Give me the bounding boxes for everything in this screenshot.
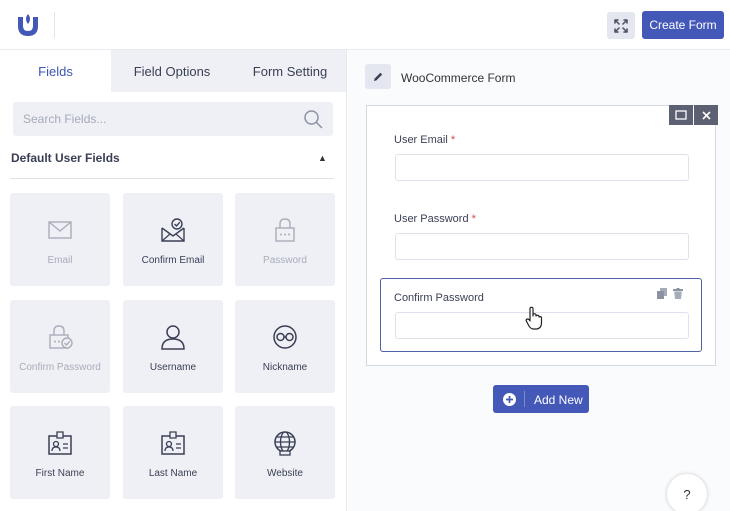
field-card-label: Website (267, 468, 303, 479)
tab-field-options[interactable]: Field Options (111, 50, 233, 92)
create-form-button[interactable]: Create Form (642, 11, 724, 39)
edit-form-name-button[interactable] (365, 64, 391, 89)
tab-fields[interactable]: Fields (0, 50, 111, 92)
duplicate-icon[interactable] (657, 288, 667, 299)
trash-icon[interactable] (673, 288, 683, 299)
section-title[interactable]: Default User Fields (11, 151, 120, 165)
form-builder-canvas: WooCommerce Form User Email * User Passw… (348, 50, 730, 511)
field-label-text: Confirm Password (394, 292, 484, 304)
square-icon (675, 110, 687, 120)
field-card-first-name[interactable]: First Name (10, 406, 110, 499)
pencil-icon (374, 72, 383, 81)
field-card-label: Confirm Email (141, 255, 205, 266)
add-button-divider (524, 391, 525, 407)
field-card-label: Last Name (148, 468, 198, 479)
globe-icon (274, 431, 296, 456)
fullscreen-button[interactable] (607, 12, 635, 39)
tab-form-setting[interactable]: Form Setting (233, 50, 346, 92)
field-label-text: User Email (394, 134, 448, 146)
lock-icon (275, 218, 295, 242)
id-card-icon (161, 431, 185, 455)
field-label-text: User Password (394, 213, 469, 225)
field-card-confirm-password[interactable]: Confirm Password (10, 300, 110, 393)
form-box-controls (669, 105, 718, 125)
top-bar: Create Form (0, 0, 730, 50)
user-password-input[interactable] (395, 233, 689, 260)
section-divider (10, 178, 334, 179)
fields-panel: Fields Field Options Form Setting Search… (0, 50, 347, 511)
field-card-last-name[interactable]: Last Name (123, 406, 223, 499)
required-mark: * (450, 134, 456, 146)
field-card-nickname[interactable]: Nickname (235, 300, 335, 393)
field-label-user-email: User Email * (394, 134, 455, 146)
required-mark: * (471, 213, 476, 225)
field-card-username[interactable]: Username (123, 300, 223, 393)
caret-up-icon[interactable]: ▲ (318, 153, 327, 163)
field-card-label: Nickname (262, 362, 308, 373)
field-label-user-password: User Password * (394, 213, 476, 225)
field-card-label: First Name (35, 468, 85, 479)
lock-check-icon (49, 325, 73, 349)
panel-tabs: Fields Field Options Form Setting (0, 50, 346, 92)
field-card-label: Password (263, 255, 307, 266)
id-card-icon (48, 431, 72, 455)
form-title[interactable]: WooCommerce Form (401, 71, 515, 85)
field-card-email[interactable]: Email (10, 193, 110, 286)
expand-arrows-icon (614, 18, 628, 33)
field-card-password[interactable]: Password (235, 193, 335, 286)
help-button[interactable]: ? (667, 474, 707, 511)
field-card-confirm-email[interactable]: Confirm Email (123, 193, 223, 286)
plus-circle-icon (503, 393, 516, 406)
header-divider (54, 12, 55, 38)
search-icon[interactable] (303, 109, 323, 129)
search-fields-input[interactable]: Search Fields... (13, 102, 333, 136)
user-icon (161, 325, 185, 350)
field-tools (657, 288, 683, 299)
search-placeholder: Search Fields... (23, 112, 107, 126)
field-label-confirm-password: Confirm Password (394, 292, 484, 304)
user-email-input[interactable] (395, 154, 689, 181)
row-layout-button[interactable] (669, 105, 693, 125)
field-card-label: Username (149, 362, 197, 373)
add-new-label: Add New (534, 393, 583, 407)
field-card-label: Confirm Password (19, 362, 101, 373)
field-card-label: Email (47, 255, 73, 266)
envelope-check-icon (161, 218, 185, 242)
mask-icon (273, 325, 297, 349)
close-icon (701, 110, 711, 120)
hand-pointer-icon (525, 306, 543, 330)
brand-logo-icon[interactable] (14, 11, 42, 39)
remove-row-button[interactable] (694, 105, 718, 125)
add-new-button[interactable]: Add New (493, 385, 589, 413)
envelope-icon (48, 221, 72, 239)
field-card-website[interactable]: Website (235, 406, 335, 499)
